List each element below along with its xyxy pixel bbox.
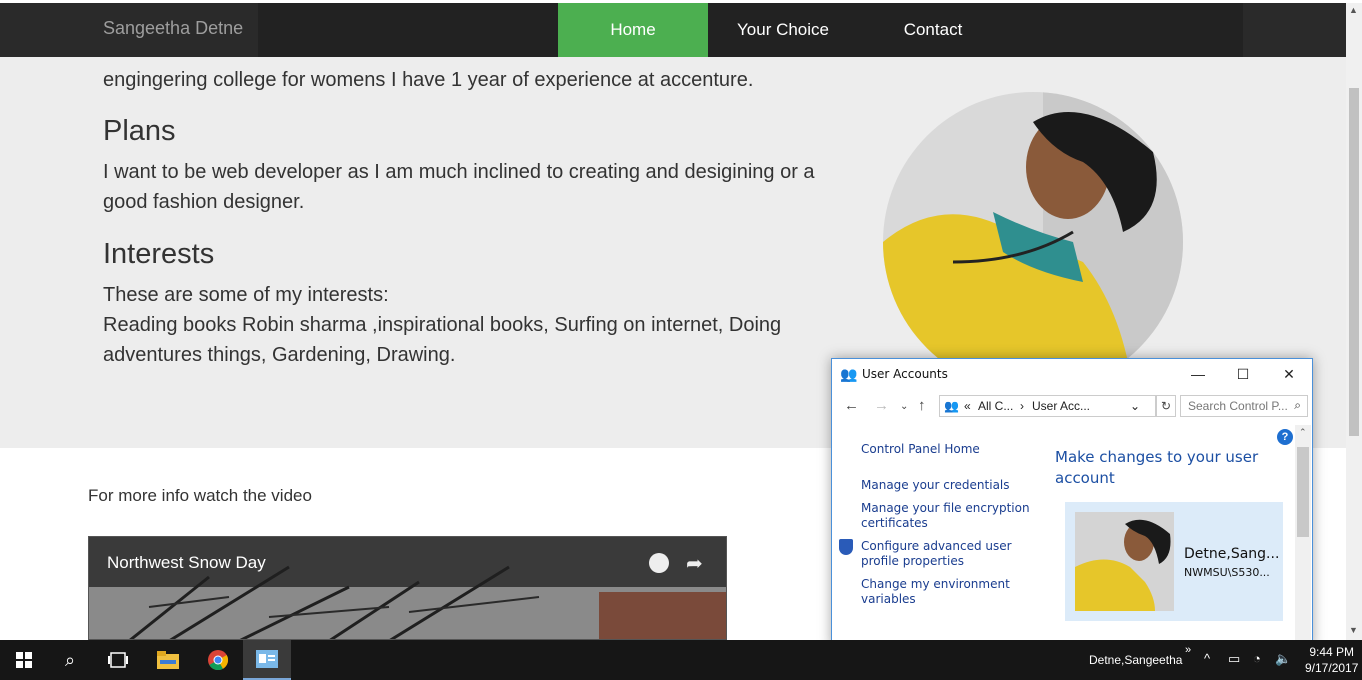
network-icon[interactable]: ◔ xyxy=(1253,651,1261,666)
window-scrollbar[interactable]: ⌃ xyxy=(1295,425,1311,647)
control-panel-icon[interactable] xyxy=(243,640,291,680)
search-icon[interactable]: ⌕ xyxy=(1294,398,1301,413)
window-title: User Accounts xyxy=(862,367,948,381)
page-scrollbar[interactable]: ▲ ▼ xyxy=(1346,3,1362,640)
maximize-button[interactable]: ☐ xyxy=(1223,363,1263,385)
battery-icon[interactable]: ▭ xyxy=(1228,651,1240,667)
user-avatar xyxy=(1075,512,1174,611)
task-view-icon[interactable] xyxy=(94,640,142,680)
show-hidden-icons-icon[interactable]: ^ xyxy=(1204,651,1210,666)
scroll-down-icon[interactable]: ▼ xyxy=(1349,625,1358,635)
share-icon[interactable]: ➦ xyxy=(686,551,703,576)
breadcrumb-all-control-panel[interactable]: All C... xyxy=(978,399,1013,413)
video-title[interactable]: Northwest Snow Day xyxy=(107,553,266,573)
forward-icon[interactable]: → xyxy=(874,397,889,414)
section-heading: Make changes to your user account xyxy=(1055,448,1259,487)
chevron-down-icon[interactable]: ⌄ xyxy=(1130,399,1140,413)
nav-home[interactable]: Home xyxy=(558,3,708,57)
volume-icon[interactable]: 🔈 xyxy=(1275,651,1291,667)
clock-time: 9:44 PM xyxy=(1309,645,1355,659)
navbar-menu: Home Your Choice Contact xyxy=(258,3,1243,57)
navbar: Sangeetha Detne Home Your Choice Contact xyxy=(0,3,1346,57)
recent-locations-icon[interactable]: ⌄ xyxy=(900,401,908,412)
plans-text-2: good fashion designer. xyxy=(103,191,305,213)
taskbar-clock[interactable]: 9:44 PM 9/17/2017 xyxy=(1305,644,1358,676)
link-manage-credentials[interactable]: Manage your credentials xyxy=(861,478,1031,493)
user-card[interactable]: Detne,Sang... NWMSU\S530... xyxy=(1065,502,1283,621)
tray-user-name[interactable]: Detne,Sangeetha xyxy=(1089,653,1182,667)
interests-text-2: adventures things, Gardening, Drawing. xyxy=(103,344,456,366)
link-advanced-profile[interactable]: Configure advanced user profile properti… xyxy=(861,539,1031,569)
breadcrumb-user-accounts[interactable]: User Acc... xyxy=(1032,399,1090,413)
refresh-icon[interactable]: ↻ xyxy=(1156,395,1176,417)
search-icon[interactable]: ⌕ xyxy=(46,640,94,680)
taskbar: ⌕ Detne,Sangeetha » ^ ▭ ◔ 🔈 9:44 PM 9/17… xyxy=(0,640,1362,680)
address-bar[interactable]: 👥 « All C... › User Acc... ⌄ xyxy=(939,395,1156,417)
video-player[interactable]: Northwest Snow Day ➦ xyxy=(88,536,727,640)
clock-icon[interactable] xyxy=(649,553,669,573)
back-icon[interactable]: ← xyxy=(844,397,859,414)
browser-page: Sangeetha Detne Home Your Choice Contact… xyxy=(0,0,1362,680)
search-placeholder: Search Control P... xyxy=(1188,399,1288,413)
up-icon[interactable]: ↑ xyxy=(918,397,926,414)
window-body: Control Panel Home Manage your credentia… xyxy=(832,425,1312,647)
search-input[interactable]: Search Control P... ⌕ xyxy=(1180,395,1308,417)
link-file-encryption[interactable]: Manage your file encryption certificates xyxy=(861,501,1031,531)
control-panel-icon: 👥 xyxy=(944,399,959,413)
interests-intro: These are some of my interests: xyxy=(103,284,389,306)
address-bar-row: ← → ⌄ ↑ 👥 « All C... › User Acc... ⌄ ↻ S… xyxy=(832,393,1312,419)
user-domain: NWMSU\S530... xyxy=(1184,566,1270,579)
link-environment-variables[interactable]: Change my environment variables xyxy=(861,577,1031,607)
start-icon[interactable] xyxy=(0,640,48,680)
clock-date: 9/17/2017 xyxy=(1305,661,1359,675)
scroll-up-icon[interactable]: ▲ xyxy=(1349,5,1358,15)
minimize-button[interactable]: — xyxy=(1178,363,1218,385)
window-titlebar[interactable]: 👥 User Accounts — ☐ ✕ xyxy=(832,359,1312,389)
shield-icon xyxy=(839,539,853,555)
scrollbar-thumb[interactable] xyxy=(1349,88,1359,436)
interests-heading: Interests xyxy=(103,238,215,270)
interests-text-1: Reading books Robin sharma ,inspirationa… xyxy=(103,314,782,336)
nav-your-choice[interactable]: Your Choice xyxy=(708,3,858,57)
user-name: Detne,Sang... xyxy=(1184,546,1280,562)
file-explorer-icon[interactable] xyxy=(144,640,192,680)
nav-contact[interactable]: Contact xyxy=(858,3,1008,57)
about-text: engingering college for womens I have 1 … xyxy=(103,69,754,91)
user-accounts-icon: 👥 xyxy=(840,366,858,382)
profile-photo xyxy=(883,92,1183,392)
window-scrollbar-thumb[interactable] xyxy=(1297,447,1309,537)
help-icon[interactable]: ? xyxy=(1277,429,1293,445)
plans-text-1: I want to be web developer as I am much … xyxy=(103,161,815,183)
navbar-brand[interactable]: Sangeetha Detne xyxy=(103,18,243,39)
chrome-icon[interactable] xyxy=(194,640,242,680)
link-control-panel-home[interactable]: Control Panel Home xyxy=(861,442,1031,457)
close-button[interactable]: ✕ xyxy=(1269,363,1309,385)
chevron-icon[interactable]: » xyxy=(1185,644,1191,656)
scroll-up-icon[interactable]: ⌃ xyxy=(1299,427,1307,438)
user-accounts-window: 👥 User Accounts — ☐ ✕ ← → ⌄ ↑ 👥 « All C.… xyxy=(831,358,1313,648)
plans-heading: Plans xyxy=(103,115,176,147)
video-info-text: For more info watch the video xyxy=(88,486,312,505)
